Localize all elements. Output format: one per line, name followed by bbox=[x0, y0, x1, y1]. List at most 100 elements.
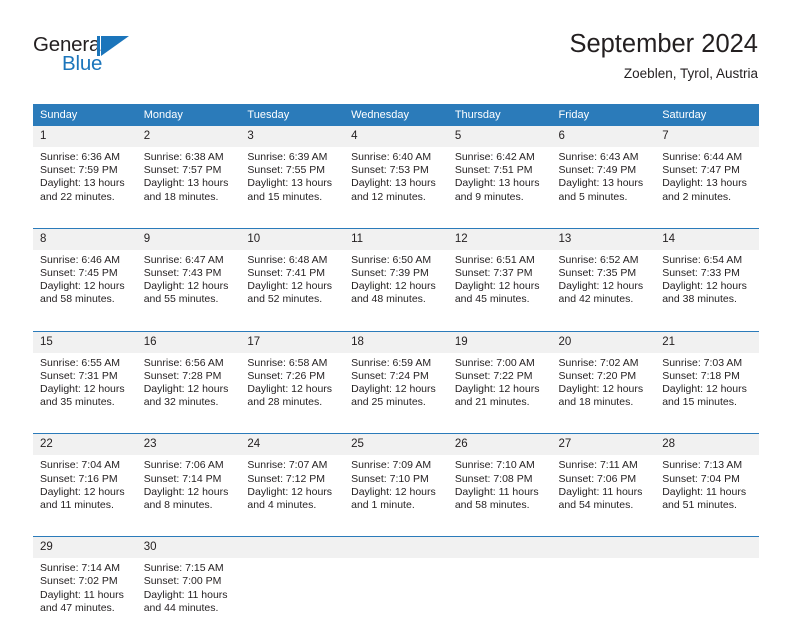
daylight-text-line2: and 44 minutes. bbox=[143, 601, 219, 614]
day-cell: Sunrise: 6:43 AM Sunset: 7:49 PM Dayligh… bbox=[551, 147, 656, 214]
sunrise-text: Sunrise: 6:56 AM bbox=[143, 356, 224, 369]
daylight-text-line1: Daylight: 12 hours bbox=[40, 280, 125, 293]
weekday-header-sunday: Sunday bbox=[33, 104, 137, 126]
sunrise-text: Sunrise: 7:06 AM bbox=[143, 459, 224, 472]
week-spacer-row bbox=[33, 522, 759, 537]
daylight-text-line2: and 11 minutes. bbox=[40, 499, 114, 512]
week-spacer-row bbox=[33, 419, 759, 434]
day-cell: Sunrise: 6:46 AM Sunset: 7:45 PM Dayligh… bbox=[33, 249, 137, 317]
sunrise-text: Sunrise: 6:50 AM bbox=[351, 253, 432, 266]
week-info-row: Sunrise: 7:14 AM Sunset: 7:02 PM Dayligh… bbox=[33, 558, 759, 625]
daylight-text-line1: Daylight: 12 hours bbox=[454, 383, 540, 396]
sunset-text: Sunset: 7:20 PM bbox=[558, 369, 637, 382]
sunset-text: Sunset: 7:02 PM bbox=[40, 575, 118, 588]
daylight-text-line2: and 18 minutes. bbox=[558, 396, 634, 409]
week-daynum-row: 29 30 bbox=[33, 536, 759, 559]
day-number: 17 bbox=[240, 330, 345, 353]
sunrise-text: Sunrise: 7:03 AM bbox=[662, 356, 743, 369]
sunset-text: Sunset: 7:33 PM bbox=[662, 267, 740, 280]
title-block: September 2024 Zoeblen, Tyrol, Austria bbox=[569, 28, 758, 84]
day-cell-empty bbox=[655, 558, 759, 625]
daylight-text-line2: and 54 minutes. bbox=[558, 499, 634, 512]
day-number: 11 bbox=[344, 227, 448, 250]
week-spacer bbox=[33, 522, 759, 537]
daylight-text-line1: Daylight: 13 hours bbox=[351, 177, 436, 190]
day-number: 2 bbox=[136, 126, 241, 147]
day-number: 25 bbox=[344, 433, 448, 456]
sunrise-text: Sunrise: 7:00 AM bbox=[454, 356, 535, 369]
calendar-page: General Blue September 2024 Zoeblen, Tyr… bbox=[0, 0, 792, 625]
day-number-empty bbox=[655, 536, 759, 559]
day-cell: Sunrise: 6:56 AM Sunset: 7:28 PM Dayligh… bbox=[136, 352, 241, 420]
week-daynum-row: 8 9 10 11 12 13 14 bbox=[33, 227, 759, 250]
day-number: 29 bbox=[33, 536, 137, 559]
daylight-text-line1: Daylight: 11 hours bbox=[40, 588, 124, 601]
day-cell: Sunrise: 7:13 AM Sunset: 7:04 PM Dayligh… bbox=[655, 455, 759, 523]
daylight-text-line2: and 55 minutes. bbox=[143, 293, 219, 306]
day-cell: Sunrise: 7:06 AM Sunset: 7:14 PM Dayligh… bbox=[136, 455, 241, 523]
day-number-empty bbox=[551, 536, 656, 559]
day-cell: Sunrise: 7:14 AM Sunset: 7:02 PM Dayligh… bbox=[33, 558, 137, 625]
week-info-row: Sunrise: 7:04 AM Sunset: 7:16 PM Dayligh… bbox=[33, 455, 759, 523]
daylight-text-line2: and 4 minutes. bbox=[247, 499, 317, 512]
weekday-header-thursday: Thursday bbox=[447, 104, 552, 126]
day-number: 3 bbox=[240, 126, 345, 147]
sunset-text: Sunset: 7:08 PM bbox=[454, 472, 533, 485]
day-cell: Sunrise: 7:02 AM Sunset: 7:20 PM Dayligh… bbox=[551, 352, 656, 420]
daylight-text-line1: Daylight: 12 hours bbox=[143, 485, 229, 498]
sunset-text: Sunset: 7:18 PM bbox=[662, 369, 740, 382]
sunrise-text: Sunrise: 6:44 AM bbox=[662, 151, 743, 163]
day-cell-empty bbox=[240, 558, 345, 625]
sunset-text: Sunset: 7:22 PM bbox=[454, 369, 533, 382]
day-number: 10 bbox=[240, 227, 345, 250]
daylight-text-line1: Daylight: 13 hours bbox=[143, 177, 229, 190]
day-number: 14 bbox=[655, 227, 759, 250]
sunset-text: Sunset: 7:53 PM bbox=[351, 164, 429, 177]
day-cell-empty bbox=[447, 558, 552, 625]
general-blue-logo: General Blue bbox=[33, 33, 183, 83]
daylight-text-line2: and 2 minutes. bbox=[662, 190, 732, 203]
day-number: 21 bbox=[655, 330, 759, 353]
sunrise-text: Sunrise: 7:11 AM bbox=[558, 459, 638, 472]
page-title: September 2024 bbox=[569, 30, 758, 58]
day-number: 4 bbox=[344, 126, 448, 147]
sunset-text: Sunset: 7:39 PM bbox=[351, 267, 429, 280]
day-cell-empty bbox=[344, 558, 448, 625]
daylight-text-line2: and 47 minutes. bbox=[40, 601, 115, 614]
day-number: 1 bbox=[33, 126, 137, 147]
sunrise-text: Sunrise: 7:09 AM bbox=[351, 459, 432, 472]
daylight-text-line1: Daylight: 12 hours bbox=[558, 280, 644, 293]
sunset-text: Sunset: 7:31 PM bbox=[40, 369, 118, 382]
day-cell: Sunrise: 6:39 AM Sunset: 7:55 PM Dayligh… bbox=[240, 147, 345, 214]
week-daynum-row: 15 16 17 18 19 20 21 bbox=[33, 330, 759, 353]
day-cell: Sunrise: 7:10 AM Sunset: 7:08 PM Dayligh… bbox=[447, 455, 552, 523]
sunset-text: Sunset: 7:12 PM bbox=[247, 472, 326, 485]
day-cell: Sunrise: 6:58 AM Sunset: 7:26 PM Dayligh… bbox=[240, 352, 345, 420]
sunrise-text: Sunrise: 6:52 AM bbox=[558, 253, 639, 266]
day-cell: Sunrise: 6:40 AM Sunset: 7:53 PM Dayligh… bbox=[344, 147, 448, 214]
sunrise-text: Sunrise: 6:51 AM bbox=[454, 253, 535, 266]
sunset-text: Sunset: 7:04 PM bbox=[662, 472, 740, 485]
calendar-table: Sunday Monday Tuesday Wednesday Thursday… bbox=[33, 104, 759, 625]
daylight-text-line2: and 51 minutes. bbox=[662, 499, 737, 512]
sunset-text: Sunset: 7:24 PM bbox=[351, 369, 429, 382]
sunrise-text: Sunrise: 6:40 AM bbox=[351, 151, 432, 163]
daylight-text-line1: Daylight: 13 hours bbox=[454, 177, 540, 190]
page-header: General Blue September 2024 Zoeblen, Tyr… bbox=[0, 0, 792, 96]
day-cell: Sunrise: 7:04 AM Sunset: 7:16 PM Dayligh… bbox=[33, 455, 137, 523]
day-number: 23 bbox=[136, 433, 241, 456]
daylight-text-line2: and 8 minutes. bbox=[143, 499, 213, 512]
sunset-text: Sunset: 7:45 PM bbox=[40, 267, 118, 280]
daylight-text-line2: and 58 minutes. bbox=[454, 499, 530, 512]
sunset-text: Sunset: 7:51 PM bbox=[454, 164, 533, 177]
sunrise-text: Sunrise: 6:58 AM bbox=[247, 356, 328, 369]
sunrise-text: Sunrise: 6:59 AM bbox=[351, 356, 432, 369]
weekday-header-tuesday: Tuesday bbox=[240, 104, 345, 126]
sunset-text: Sunset: 7:59 PM bbox=[40, 164, 118, 177]
sunset-text: Sunset: 7:41 PM bbox=[247, 267, 326, 280]
sunrise-text: Sunrise: 7:07 AM bbox=[247, 459, 328, 472]
day-cell: Sunrise: 7:11 AM Sunset: 7:06 PM Dayligh… bbox=[551, 455, 656, 523]
daylight-text-line2: and 9 minutes. bbox=[454, 190, 524, 203]
day-number: 7 bbox=[655, 126, 759, 147]
daylight-text-line1: Daylight: 13 hours bbox=[558, 177, 644, 190]
